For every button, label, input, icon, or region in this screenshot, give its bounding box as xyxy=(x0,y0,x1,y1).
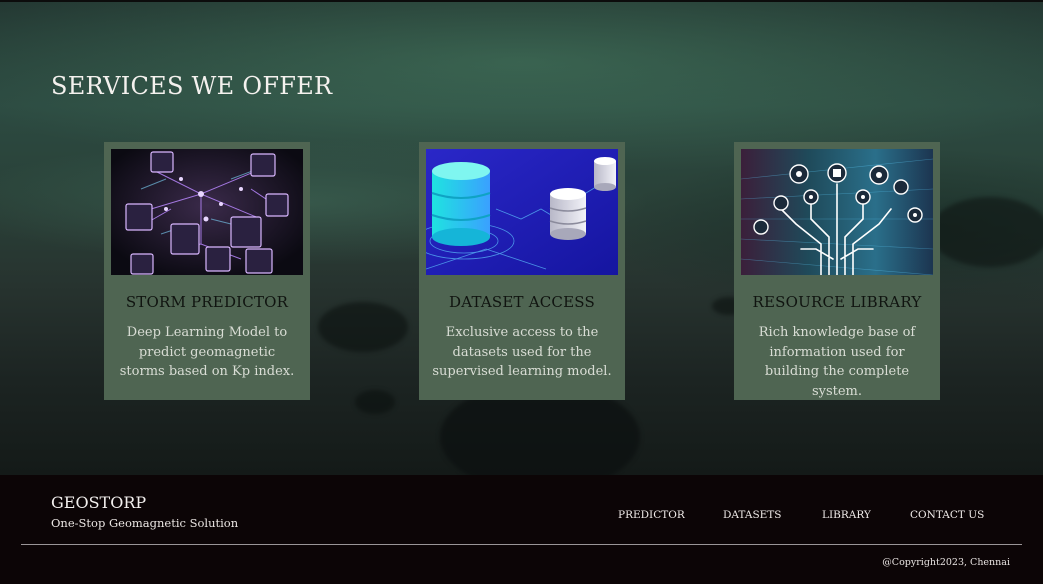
footer-divider xyxy=(21,544,1022,545)
card-title: DATASET ACCESS xyxy=(449,293,595,311)
circuit-tree-image xyxy=(741,149,933,275)
footer-tagline: One-Stop Geomagnetic Solution xyxy=(51,516,239,530)
background-rock xyxy=(355,390,395,414)
copyright-text: @Copyright2023, Chennai xyxy=(882,557,1010,568)
services-title: SERVICES WE OFFER xyxy=(51,72,333,100)
service-card-storm-predictor[interactable]: STORM PREDICTOR Deep Learning Model to p… xyxy=(104,142,310,400)
card-description: Rich knowledge base of information used … xyxy=(758,325,916,399)
background-hill xyxy=(930,197,1043,267)
hero-section: SERVICES WE OFFER STORM PREDICTOR Deep L… xyxy=(0,0,1043,475)
card-description: Exclusive access to the datasets used fo… xyxy=(432,325,612,379)
card-title: RESOURCE LIBRARY xyxy=(752,293,922,311)
service-card-dataset-access[interactable]: DATASET ACCESS Exclusive access to the d… xyxy=(419,142,625,400)
nav-link-predictor[interactable]: PREDICTOR xyxy=(618,509,685,521)
nav-link-contact-us[interactable]: CONTACT US xyxy=(910,509,984,521)
footer-brand[interactable]: GEOSTORP xyxy=(51,493,146,512)
card-description: Deep Learning Model to predict geomagnet… xyxy=(119,325,295,379)
card-title: STORM PREDICTOR xyxy=(125,293,289,311)
service-card-resource-library[interactable]: RESOURCE LIBRARY Rich knowledge base of … xyxy=(734,142,940,400)
database-cylinders-image xyxy=(426,149,618,275)
site-footer: GEOSTORP One-Stop Geomagnetic Solution P… xyxy=(0,475,1043,584)
network-cubes-image xyxy=(111,149,303,275)
nav-link-datasets[interactable]: DATASETS xyxy=(723,509,782,521)
background-rock xyxy=(318,302,408,352)
nav-link-library[interactable]: LIBRARY xyxy=(822,509,871,521)
